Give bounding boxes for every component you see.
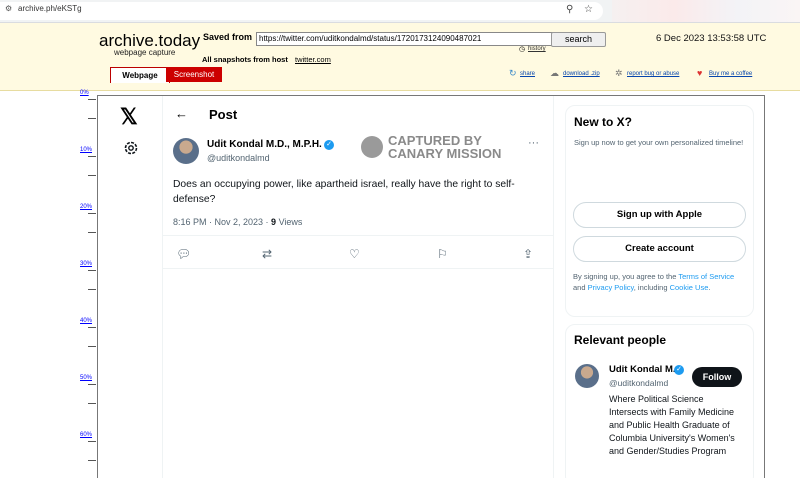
signup-title: New to X? <box>574 115 633 129</box>
terms-link[interactable]: Terms of Service <box>678 272 734 281</box>
all-snapshots-label: All snapshots from host <box>202 55 288 64</box>
ruler-tick <box>88 270 96 271</box>
history-link[interactable]: history <box>528 46 546 52</box>
ruler-label[interactable]: 60% <box>80 432 92 438</box>
capture-timestamp: 6 Dec 2023 13:53:58 UTC <box>656 33 767 44</box>
zoom-icon[interactable]: ⚲ <box>566 4 573 15</box>
more-options-icon[interactable]: ··· <box>528 137 539 149</box>
address-text[interactable]: archive.ph/eKSTg <box>18 4 82 13</box>
canary-mission-logo-icon <box>361 136 383 158</box>
ruler-label[interactable]: 20% <box>80 204 92 210</box>
relevant-title: Relevant people <box>574 333 667 347</box>
avatar[interactable] <box>173 138 199 164</box>
signup-apple-button[interactable]: Sign up with Apple <box>573 202 746 228</box>
ruler-label[interactable]: 0% <box>80 90 89 96</box>
ruler-label[interactable]: 30% <box>80 261 92 267</box>
download-link[interactable]: download .zip <box>563 71 600 77</box>
archive-logo-subtitle: webpage capture <box>114 48 176 57</box>
saved-url-field[interactable] <box>256 32 554 46</box>
heart-icon: ♥ <box>697 68 703 78</box>
bug-icon: ✲ <box>615 68 623 78</box>
clock-icon: ◷ <box>519 46 526 53</box>
host-link[interactable]: twitter.com <box>295 55 331 64</box>
left-nav: 𝕏 <box>98 96 162 478</box>
watermark-line: CANARY MISSION <box>388 146 502 161</box>
relevant-name[interactable]: Udit Kondal M.D., M.P.H. <box>609 364 675 375</box>
ruler-tick <box>88 232 96 233</box>
donate-link[interactable]: Buy me a coffee <box>709 71 752 77</box>
ruler-tick <box>88 118 96 119</box>
reply-icon[interactable]: 💬︎ <box>176 247 191 261</box>
terms-mid: and <box>573 282 588 292</box>
back-arrow-icon[interactable]: ← <box>175 106 188 121</box>
ruler-tick <box>88 289 96 290</box>
follow-button[interactable]: Follow <box>692 367 742 387</box>
archived-page-frame: 𝕏 ← Post Udit Kondal M.D., M.P.H. ✓ @udi… <box>97 95 765 478</box>
cloud-icon: ☁ <box>550 68 559 78</box>
saved-from-label: Saved from <box>203 32 253 42</box>
author-name[interactable]: Udit Kondal M.D., M.P.H. <box>207 139 322 150</box>
ruler-tick <box>88 156 96 157</box>
toolbar-extensions-area <box>612 0 800 22</box>
ruler-tick <box>88 327 96 328</box>
ruler-tick <box>88 403 96 404</box>
avatar[interactable] <box>575 364 599 388</box>
divider <box>163 235 553 236</box>
tweet-meta: 8:16 PM · Nov 2, 2023 · 9 Views <box>173 217 302 227</box>
ruler-tick <box>88 441 96 442</box>
terms-mid2: , including <box>633 282 670 292</box>
terms-text: By signing up, you agree to the Terms of… <box>573 272 748 293</box>
search-button[interactable]: search <box>551 32 606 47</box>
address-bar[interactable] <box>0 2 603 20</box>
verified-badge-icon: ✓ <box>324 140 334 150</box>
report-link[interactable]: report bug or abuse <box>627 71 679 77</box>
tweet-time[interactable]: 8:16 PM · Nov 2, 2023 · <box>173 217 271 227</box>
views-label: Views <box>276 217 303 227</box>
tab-webpage[interactable]: Webpage <box>110 67 170 83</box>
verified-badge-icon: ✓ <box>674 365 684 375</box>
repost-icon[interactable]: ⇄ <box>262 247 272 261</box>
x-logo-icon[interactable]: 𝕏 <box>120 104 138 130</box>
canary-mission-watermark: CAPTURED BY CANARY MISSION <box>388 134 501 160</box>
site-info-icon[interactable]: ⚙ <box>5 4 12 13</box>
author-handle[interactable]: @uditkondalmd <box>207 153 270 163</box>
main-column: ← Post Udit Kondal M.D., M.P.H. ✓ @uditk… <box>162 96 554 478</box>
create-account-button[interactable]: Create account <box>573 236 746 262</box>
relevant-bio: Where Political Science Intersects with … <box>609 394 735 456</box>
share-link[interactable]: share <box>520 71 535 77</box>
terms-prefix: By signing up, you agree to the <box>573 272 679 281</box>
tab-screenshot[interactable]: Screenshot <box>166 67 222 82</box>
share-icon[interactable]: ⇪ <box>523 247 533 261</box>
ruler-label[interactable]: 10% <box>80 147 92 153</box>
ruler-label[interactable]: 40% <box>80 318 92 324</box>
privacy-link[interactable]: Privacy Policy <box>588 283 634 292</box>
ruler-tick <box>88 346 96 347</box>
like-icon[interactable]: ♡ <box>349 247 360 261</box>
divider <box>163 268 553 269</box>
share-icon: ↻ <box>509 68 517 78</box>
page-title: Post <box>209 107 238 122</box>
signup-subtitle: Sign up now to get your own personalized… <box>574 138 744 147</box>
ruler-label[interactable]: 50% <box>80 375 92 381</box>
page-ruler: 0% 10% 20% 30% 40% 50% 60% <box>70 90 98 478</box>
ruler-tick <box>88 213 96 214</box>
cookie-link[interactable]: Cookie Use <box>670 283 709 292</box>
ruler-tick <box>88 175 96 176</box>
ruler-tick <box>88 99 96 100</box>
signup-apple-label: Sign up with Apple <box>616 209 703 220</box>
ruler-tick <box>88 384 96 385</box>
star-icon[interactable]: ☆ <box>584 4 593 15</box>
terms-end: . <box>708 282 711 292</box>
bookmark-icon[interactable]: ⚐ <box>437 247 448 261</box>
gear-icon[interactable] <box>123 140 139 156</box>
tweet-text: Does an occupying power, like apartheid … <box>173 179 515 205</box>
ruler-tick <box>88 460 96 461</box>
relevant-handle[interactable]: @uditkondalmd <box>609 378 668 388</box>
